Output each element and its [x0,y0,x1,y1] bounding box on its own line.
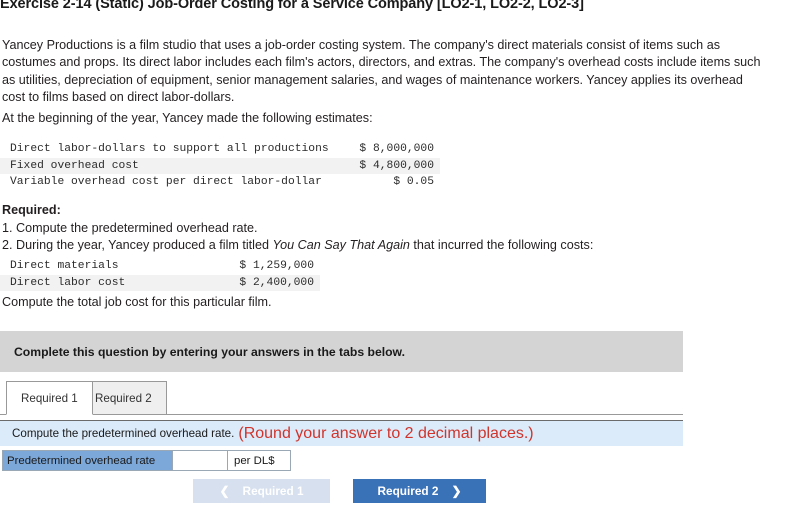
required-item-2: 2. During the year, Yancey produced a fi… [2,237,593,255]
tab-required-1-label: Required 1 [21,391,78,405]
answer-row: Predetermined overhead rate per DL$ [2,450,291,471]
tab-required-1[interactable]: Required 1 [6,381,93,415]
estimates-table-body: Direct labor-dollars to support all prod… [0,141,440,191]
required-item-2-suffix: that incurred the following costs: [409,238,594,253]
table-row: Direct labor-dollars to support all prod… [0,141,440,158]
table-cell-value: $ 8,000,000 [359,143,434,155]
total-job-cost-prompt: Compute the total job cost for this part… [2,295,272,309]
tab-strip: Required 1 Required 2 [0,380,683,415]
required-heading: Required: [2,203,61,217]
tab-required-2-label: Required 2 [95,391,152,405]
table-cell-label: Fixed overhead cost [0,157,337,174]
nav-buttons: ❮ Required 1 Required 2 ❯ [193,479,486,503]
required-block: Required: 1. Compute the predetermined o… [2,202,593,255]
table-row: Direct materials $ 1,259,000 [0,258,320,275]
table-cell-value: $ 0.05 [393,176,434,188]
table-cell-label: Variable overhead cost per direct labor-… [10,176,322,188]
table-cell-label: Direct materials [10,260,119,272]
complete-question-bar: Complete this question by entering your … [0,331,683,372]
table-row: Variable overhead cost per direct labor-… [0,174,440,191]
chevron-right-icon: ❯ [451,484,462,498]
table-cell-label: Direct labor cost [0,274,226,291]
table-row: Fixed overhead cost $ 4,800,000 [0,157,440,174]
complete-question-text: Complete this question by entering your … [14,344,405,359]
next-button-label: Required 2 [377,484,439,498]
table-cell-label: Direct labor-dollars to support all prod… [10,143,329,155]
question-instruction-bar: Compute the predetermined overhead rate.… [0,420,683,446]
estimates-lead-text: At the beginning of the year, Yancey mad… [2,111,373,125]
required-item-1: 1. Compute the predetermined overhead ra… [2,220,258,235]
table-cell-value: $ 4,800,000 [336,157,440,174]
chevron-left-icon: ❮ [219,484,230,498]
predetermined-overhead-rate-input[interactable] [173,451,228,470]
problem-intro-paragraph: Yancey Productions is a film studio that… [2,38,761,105]
next-required-2-button[interactable]: Required 2 ❯ [353,479,486,503]
answer-row-label: Predetermined overhead rate [3,451,173,470]
tab-required-2[interactable]: Required 2 [80,381,167,415]
table-cell-value: $ 2,400,000 [225,274,320,291]
page-title: Exercise 2-14 (Static) Job-Order Costing… [0,0,584,12]
costs-table-body: Direct materials $ 1,259,000 Direct labo… [0,258,320,291]
answer-row-unit: per DL$ [228,451,290,470]
film-title: You Can Say That Again [272,238,410,253]
rounding-note: (Round your answer to 2 decimal places.) [238,424,534,442]
estimates-table: Direct labor-dollars to support all prod… [0,141,440,191]
table-row: Direct labor cost $ 2,400,000 [0,274,320,291]
costs-table: Direct materials $ 1,259,000 Direct labo… [0,258,320,291]
table-cell-value: $ 1,259,000 [239,260,314,272]
required-item-2-prefix: 2. During the year, Yancey produced a fi… [2,238,273,253]
previous-button-label: Required 1 [242,484,304,498]
question-instruction-text: Compute the predetermined overhead rate. [12,427,235,440]
previous-required-1-button[interactable]: ❮ Required 1 [193,479,330,503]
